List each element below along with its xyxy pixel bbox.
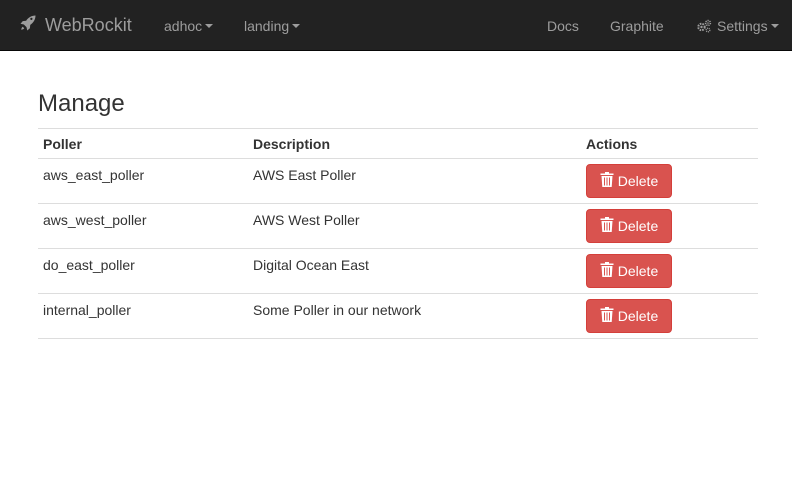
actions-cell: Delete <box>581 158 758 204</box>
nav-link-graphite-label: Graphite <box>610 17 664 34</box>
trash-icon <box>600 262 614 280</box>
brand-name: WebRockit <box>45 15 132 35</box>
trash-icon <box>600 307 614 325</box>
table-row: do_east_poller Digital Ocean East Delete <box>38 248 758 294</box>
caret-down-icon <box>205 23 214 28</box>
table-row: aws_west_poller AWS West Poller Delete <box>38 203 758 249</box>
table-header-row: Poller Description Actions <box>38 128 758 159</box>
delete-button[interactable]: Delete <box>586 299 672 333</box>
delete-button[interactable]: Delete <box>586 209 672 243</box>
poller-description: Digital Ocean East <box>248 248 581 294</box>
nav-menu-adhoc-label: adhoc <box>164 17 203 34</box>
nav-link-docs[interactable]: Docs <box>547 0 579 51</box>
actions-cell: Delete <box>581 248 758 294</box>
nav-link-graphite[interactable]: Graphite <box>610 0 664 51</box>
table-row: aws_east_poller AWS East Poller Delete <box>38 158 758 204</box>
nav-menu-settings-label: Settings <box>717 17 768 34</box>
actions-cell: Delete <box>581 293 758 339</box>
trash-icon <box>600 217 614 235</box>
poller-name: internal_poller <box>38 293 248 339</box>
table-row: internal_poller Some Poller in our netwo… <box>38 293 758 339</box>
header-actions: Actions <box>581 128 758 159</box>
brand-link[interactable]: WebRockit <box>19 0 132 51</box>
header-poller: Poller <box>38 128 248 159</box>
navbar: WebRockit adhoc landing Docs Graphite Se… <box>0 0 792 51</box>
poller-name: do_east_poller <box>38 248 248 294</box>
nav-menu-landing[interactable]: landing <box>244 0 301 51</box>
delete-button[interactable]: Delete <box>586 164 672 198</box>
page-title: Manage <box>38 90 125 117</box>
header-description: Description <box>248 128 581 159</box>
poller-description: Some Poller in our network <box>248 293 581 339</box>
pollers-table: Poller Description Actions aws_east_poll… <box>38 128 758 339</box>
poller-description: AWS West Poller <box>248 203 581 249</box>
trash-icon <box>600 172 614 190</box>
gears-icon <box>696 19 712 33</box>
poller-description: AWS East Poller <box>248 158 581 204</box>
delete-button-label: Delete <box>617 308 659 324</box>
caret-down-icon <box>292 23 301 28</box>
actions-cell: Delete <box>581 203 758 249</box>
nav-link-docs-label: Docs <box>547 17 579 34</box>
nav-menu-landing-label: landing <box>244 17 290 34</box>
poller-name: aws_east_poller <box>38 158 248 204</box>
delete-button[interactable]: Delete <box>586 254 672 288</box>
delete-button-label: Delete <box>617 218 659 234</box>
poller-name: aws_west_poller <box>38 203 248 249</box>
delete-button-label: Delete <box>617 173 659 189</box>
caret-down-icon <box>770 23 779 28</box>
rocket-icon <box>19 14 37 37</box>
delete-button-label: Delete <box>617 263 659 279</box>
nav-menu-settings[interactable]: Settings <box>696 0 779 51</box>
nav-menu-adhoc[interactable]: adhoc <box>164 0 214 51</box>
